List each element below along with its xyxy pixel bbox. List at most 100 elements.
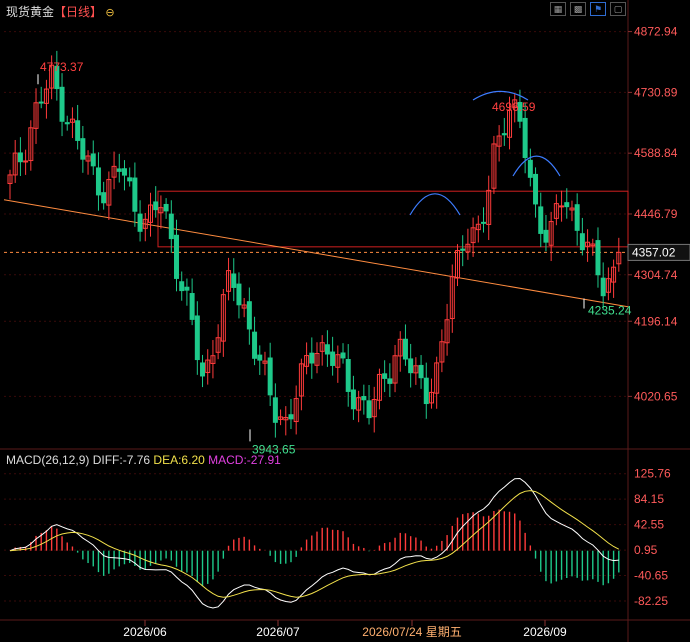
pattern-arc [512,155,561,177]
candle-body [309,352,315,364]
circle-minus-icon[interactable]: ⊖ [105,7,114,19]
candle-body [90,153,96,167]
downtrend-line [3,199,629,308]
candle-body [38,101,44,104]
candle-body [538,206,544,234]
instrument-name: 现货黄金 [6,5,55,19]
candle-body [579,233,585,251]
chart-toolbar: ▦ ▩ ⚑ ▢ [550,2,626,16]
candle-body [75,120,81,141]
time-tick-label: 2026/07 [256,625,300,639]
candle-body [460,248,466,251]
candle-body [194,315,200,361]
period-label[interactable]: 【日线】 [54,5,102,19]
candle-body [402,338,408,360]
candle-body [95,167,101,196]
candle-body [564,202,570,208]
candle-body [17,152,23,163]
macd-tick-label: 0.95 [634,543,658,557]
macd-tick-label: 42.55 [634,518,664,532]
price-tick-label: 4730.89 [634,85,678,99]
candle-body [418,364,424,379]
pattern-arc [409,193,461,216]
candle-body [189,293,195,320]
candle-body [231,273,237,288]
window-icon[interactable]: ▢ [610,2,626,16]
candle-body [340,352,346,359]
macd-tick-label: -40.65 [634,569,668,583]
candle-body [361,396,367,401]
grid-icon[interactable]: ▩ [570,2,586,16]
macd-histogram [14,509,620,587]
candle-body [600,277,606,297]
flag-icon[interactable]: ⚑ [590,2,606,16]
candle-body [80,138,86,160]
time-tick-label: 2026/09 [523,625,567,639]
candle-body [324,344,330,355]
price-tick-label: 4872.94 [634,25,678,39]
candle-body [59,86,65,122]
chart-header: 现货黄金【日线】 ⊖ [6,3,115,20]
candle-body [168,213,174,240]
candle-body [121,168,127,176]
peak-annotation-label: 4696.59 [492,100,536,114]
macd-dea-value: DEA:6.20 [153,453,205,467]
current-price-tag: 4357.02 [632,245,676,259]
candle-body [288,414,294,420]
candle-body [252,331,258,359]
candle-body [179,281,185,292]
gold-daily-chart[interactable]: 4872.94 4730.89 4588.84 4446.79 4304.74 4196.… [0,0,690,642]
layout-icon[interactable]: ▦ [550,2,566,16]
candle-body [330,351,336,366]
macd-diff-value: DIFF:-7.76 [92,453,151,467]
time-tick-label: 2026/07/24 星期五 [362,625,461,639]
low-annotation-label: 4235.24 [588,304,632,318]
candle-body [387,378,393,384]
candle-body [533,173,539,205]
macd-legend: MACD(26,12,9) DIFF:-7.76 DEA:6.20 MACD:-… [6,453,281,467]
candle-body [481,221,487,224]
macd-params: MACD(26,12,9) [6,453,90,467]
candle-body [257,354,263,361]
candle-body [527,159,533,178]
price-tick-label: 4304.74 [634,268,678,282]
price-tick-label: 4196.14 [634,314,678,328]
candle-body [101,192,107,204]
candle-body [184,286,190,291]
candle-body [408,358,414,374]
candle-body [543,229,549,243]
candle-body [137,213,143,232]
candle-body [116,168,122,172]
candle-body [559,205,565,208]
candle-body [200,362,206,377]
price-tick-label: 4020.65 [634,389,678,403]
candle-body [132,177,138,212]
candle-body [366,400,372,419]
candle-body [236,283,242,306]
candle-body [345,359,351,392]
candle-body [501,133,507,136]
candle-body [423,377,429,405]
candle-body [350,389,356,410]
time-tick-label: 2026/06 [123,625,167,639]
macd-tick-label: 84.15 [634,492,664,506]
price-tick-label: 4446.79 [634,207,678,221]
candle-body [382,373,388,379]
candle-body [174,234,180,279]
candle-body [267,357,273,396]
dea-line [9,490,620,598]
candle-body [246,301,252,330]
candle-body [163,203,169,212]
candle-body [574,204,580,231]
high-annotation-label: 4773.37 [40,60,84,74]
candle-body [127,177,133,182]
price-tick-label: 4588.84 [634,146,678,160]
candle-body [595,240,601,276]
candle-body [64,122,70,125]
candle-body [522,117,528,158]
macd-tick-label: -82.25 [634,594,668,608]
candle-body [153,201,159,211]
diff-line [9,477,619,609]
candle-body [272,397,278,423]
macd-tick-label: 125.76 [634,467,671,481]
